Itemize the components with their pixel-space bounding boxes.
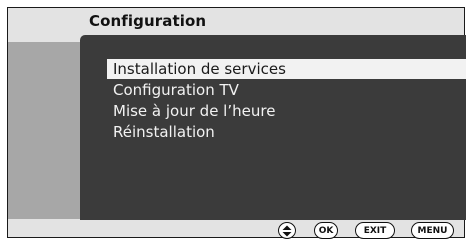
menu-button[interactable]: MENU xyxy=(411,222,454,239)
page-title: Configuration xyxy=(89,12,207,30)
ok-button[interactable]: OK xyxy=(314,222,338,239)
menu-window: Configuration Installation de services C… xyxy=(7,7,466,239)
left-gray-band xyxy=(8,42,80,219)
menu-item-installation-services[interactable]: Installation de services xyxy=(107,59,466,79)
menu-item-configuration-tv[interactable]: Configuration TV xyxy=(110,80,239,100)
up-down-arrows-icon[interactable] xyxy=(278,222,296,239)
menu-item-reinstallation[interactable]: Réinstallation xyxy=(110,122,215,142)
menu-item-time-update[interactable]: Mise à jour de l’heure xyxy=(110,101,275,121)
menu-panel: Installation de services Configuration T… xyxy=(80,35,466,220)
exit-button[interactable]: EXIT xyxy=(355,222,395,239)
